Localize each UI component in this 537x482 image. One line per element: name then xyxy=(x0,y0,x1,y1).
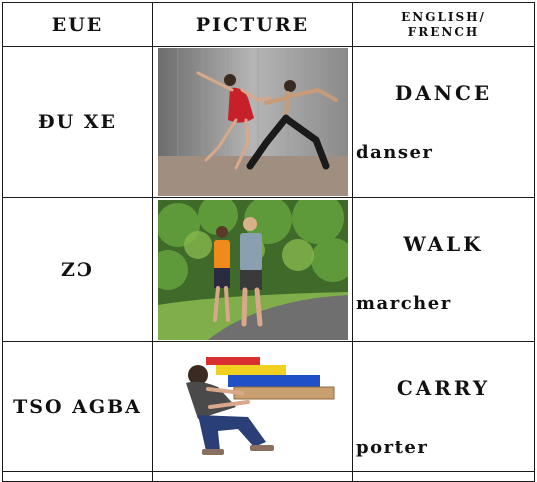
translation-cell: DANCE danser xyxy=(352,46,535,198)
english-word: CARRY xyxy=(396,376,491,400)
eue-word: ĐU XE xyxy=(2,46,153,198)
translation-cell: CARRY porter xyxy=(352,341,535,472)
vocabulary-table: EUE PICTURE ENGLISH/ FRENCH ĐU XE DANCE … xyxy=(2,2,535,482)
empty-cell xyxy=(2,471,153,482)
eue-word: TSO AGBA xyxy=(2,341,153,472)
eue-word: ZƆ xyxy=(2,197,153,342)
french-word: marcher xyxy=(356,293,452,314)
picture-cell xyxy=(152,46,353,198)
french-word: danser xyxy=(356,142,434,163)
empty-cell xyxy=(352,471,535,482)
walkers-photo-icon xyxy=(157,199,348,340)
french-word: porter xyxy=(356,437,429,458)
english-word: WALK xyxy=(403,232,484,256)
english-word: DANCE xyxy=(394,81,493,105)
header-picture: PICTURE xyxy=(152,2,353,47)
translation-cell: WALK marcher xyxy=(352,197,535,342)
picture-cell xyxy=(152,197,353,342)
picture-cell xyxy=(152,341,353,472)
table-row-partial xyxy=(2,471,535,482)
header-french: FRENCH xyxy=(407,24,480,39)
table-row: TSO AGBA CARRY porter xyxy=(2,341,535,472)
header-english-french: ENGLISH/ FRENCH xyxy=(352,2,535,47)
carrying-boxes-photo-icon xyxy=(157,346,348,467)
header-english: ENGLISH/ xyxy=(401,9,486,24)
empty-cell xyxy=(152,471,353,482)
header-eue: EUE xyxy=(2,2,153,47)
table-row: ZƆ WALK marcher xyxy=(2,197,535,342)
dancers-photo-icon xyxy=(157,48,348,196)
header-row: EUE PICTURE ENGLISH/ FRENCH xyxy=(2,2,535,47)
table-row: ĐU XE DANCE danser xyxy=(2,46,535,198)
